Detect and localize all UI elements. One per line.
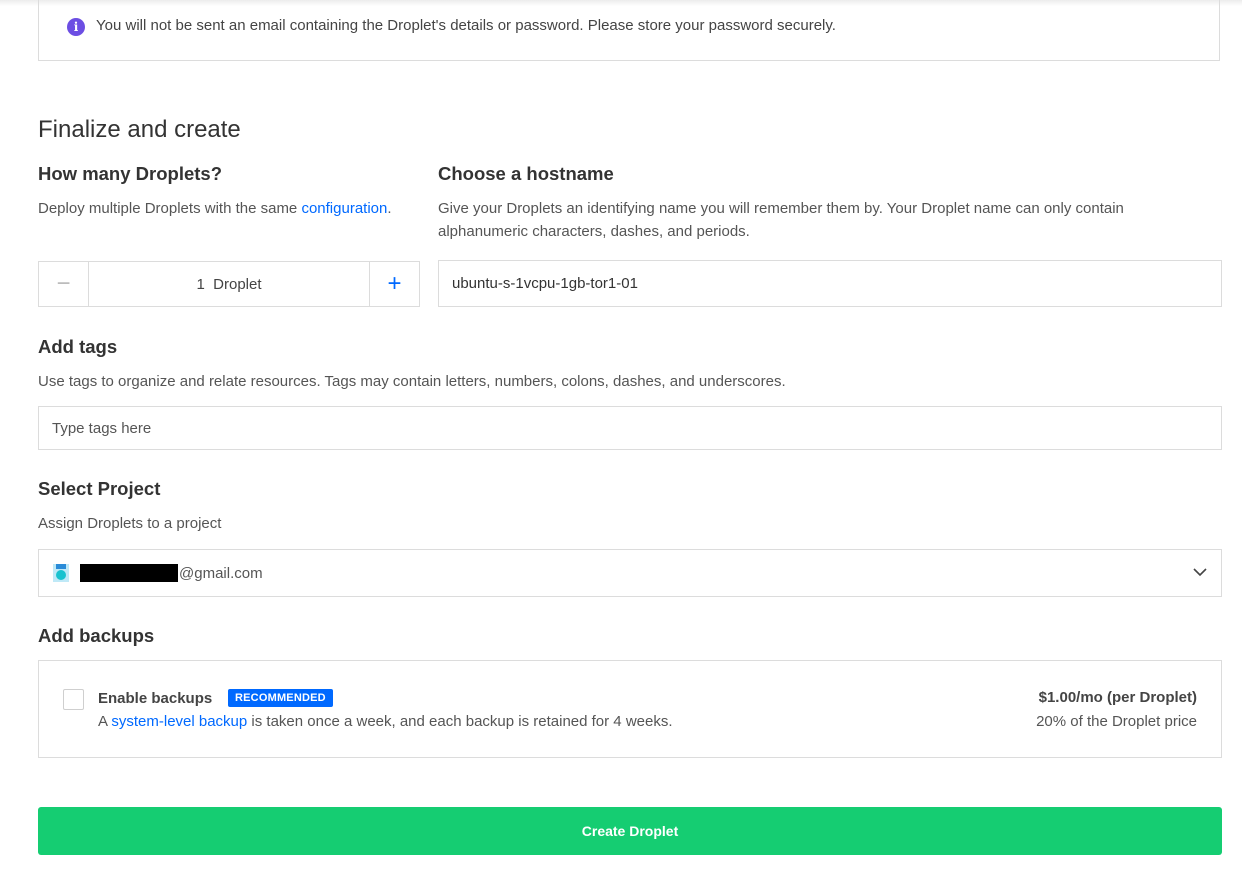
backups-heading: Add backups [38, 625, 155, 646]
backup-desc-suffix: is taken once a week, and each backup is… [247, 713, 673, 730]
minus-icon: − [56, 270, 71, 297]
backup-price-note: 20% of the Droplet price [1036, 713, 1197, 730]
backup-option-card: Enable backups RECOMMENDED A system-leve… [38, 660, 1222, 758]
notice-text: You will not be sent an email containing… [96, 17, 836, 34]
tags-input[interactable] [38, 406, 1222, 450]
configuration-link[interactable]: configuration [301, 200, 387, 217]
section-title: Finalize and create [38, 116, 241, 143]
enable-backups-label: Enable backups [98, 690, 213, 707]
increment-button[interactable]: + [369, 262, 419, 306]
hostname-input[interactable] [438, 260, 1222, 307]
droplet-count-description: Deploy multiple Droplets with the same c… [38, 197, 392, 220]
decrement-button[interactable]: − [39, 262, 89, 306]
chevron-down-icon [1193, 568, 1207, 577]
project-select[interactable]: @gmail.com [38, 549, 1222, 597]
hostname-heading: Choose a hostname [438, 163, 614, 184]
backup-description: A system-level backup is taken once a we… [98, 713, 673, 730]
tags-description: Use tags to organize and relate resource… [38, 373, 786, 390]
project-selected-value: @gmail.com [179, 565, 263, 582]
droplet-count-number: 1 [196, 275, 205, 293]
project-description: Assign Droplets to a project [38, 515, 222, 532]
hostname-description: Give your Droplets an identifying name y… [438, 200, 1124, 240]
tags-heading: Add tags [38, 336, 118, 357]
project-heading: Select Project [38, 478, 161, 499]
backup-desc-prefix: A [98, 713, 112, 730]
droplet-count-desc-suffix: . [387, 200, 392, 217]
create-droplet-button[interactable]: Create Droplet [38, 807, 1222, 855]
password-notice: i You will not be sent an email containi… [38, 0, 1220, 61]
system-level-backup-link[interactable]: system-level backup [111, 713, 247, 730]
droplet-count-unit: Droplet [213, 275, 262, 293]
info-icon: i [67, 18, 85, 36]
recommended-badge: RECOMMENDED [228, 689, 333, 707]
droplet-count-heading: How many Droplets? [38, 163, 222, 184]
project-icon [53, 564, 69, 582]
enable-backups-checkbox[interactable] [63, 689, 84, 710]
plus-icon: + [387, 270, 402, 297]
redacted-email [80, 564, 178, 582]
droplet-count-stepper: − 1 Droplet + [38, 261, 420, 307]
droplet-count-value: 1 Droplet [89, 262, 369, 306]
backup-price: $1.00/mo (per Droplet) [1038, 689, 1197, 706]
droplet-count-desc-text: Deploy multiple Droplets with the same [38, 200, 302, 217]
